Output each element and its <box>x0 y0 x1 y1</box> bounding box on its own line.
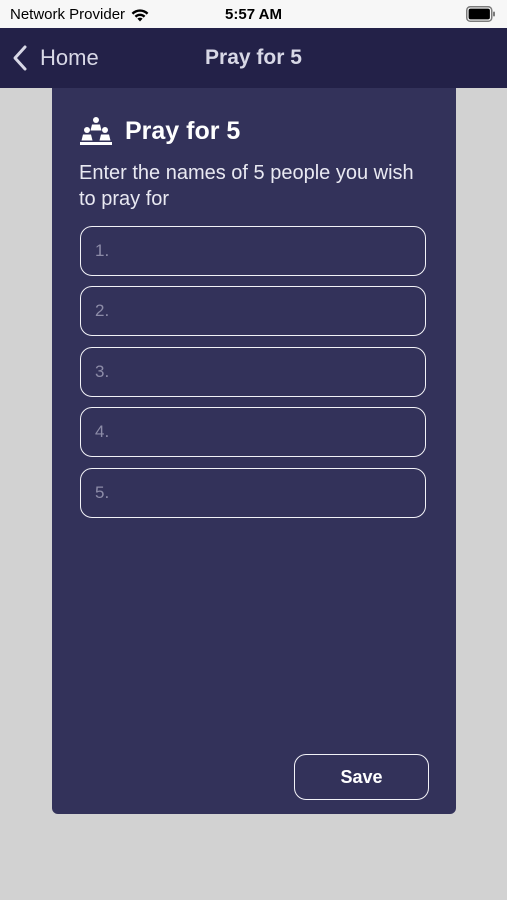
save-button[interactable]: Save <box>294 754 429 800</box>
battery-icon <box>466 6 495 22</box>
card-title: Pray for 5 <box>125 116 241 145</box>
name-field-4[interactable] <box>80 407 426 457</box>
instructions-text: Enter the names of 5 people you wish to … <box>79 162 414 210</box>
card-header: Pray for 5 <box>79 116 240 146</box>
name-field-5[interactable] <box>80 468 426 518</box>
name-field-2[interactable] <box>80 286 426 336</box>
pray-for-five-card: Pray for 5 Enter the names of 5 people y… <box>52 88 456 814</box>
status-bar: Network Provider 5:57 AM <box>0 0 507 28</box>
navigation-bar: Home Pray for 5 <box>0 28 507 88</box>
page-title: Pray for 5 <box>205 46 302 69</box>
clock: 5:57 AM <box>225 6 282 23</box>
name-field-3[interactable] <box>80 347 426 397</box>
name-field-1[interactable] <box>80 226 426 276</box>
people-group-icon <box>80 117 112 145</box>
